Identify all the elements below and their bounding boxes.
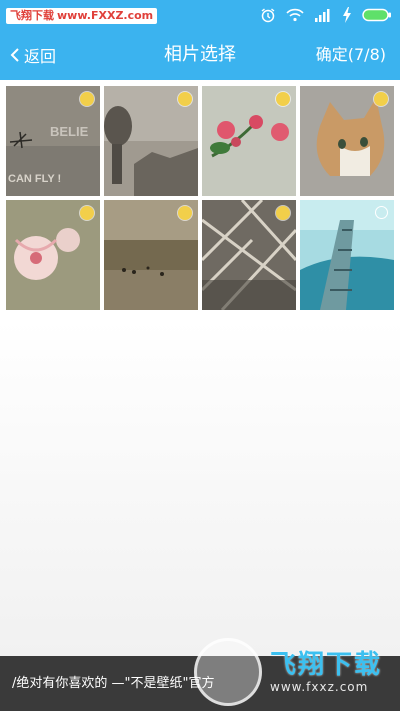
selection-indicator[interactable] xyxy=(178,206,192,220)
back-button[interactable]: 返回 xyxy=(10,30,56,80)
selection-indicator[interactable] xyxy=(375,206,388,219)
empty-area xyxy=(0,320,400,656)
watermark-brand: 飞翔下载 xyxy=(270,650,383,680)
photo-item[interactable] xyxy=(300,86,394,196)
wifi-icon xyxy=(286,8,304,22)
photo-item[interactable] xyxy=(104,86,198,196)
status-bar: 飞翔下载 www.FXXZ.com xyxy=(0,0,400,30)
watermark-url: www.fxxz.com xyxy=(270,680,369,694)
source-badge-cn: 飞翔下载 xyxy=(10,9,54,22)
signal-icon xyxy=(315,9,330,22)
photo-caption: CAN FLY ! xyxy=(8,173,61,185)
charging-icon xyxy=(343,7,351,23)
selection-indicator[interactable] xyxy=(276,206,290,220)
photo-item[interactable] xyxy=(202,200,296,310)
photo-item[interactable] xyxy=(6,200,100,310)
photo-item[interactable]: BELIE CAN FLY ! xyxy=(6,86,100,196)
bottom-banner-text: /绝对有你喜欢的 —"不是壁纸"官方 xyxy=(12,676,215,691)
source-badge: 飞翔下载 www.FXXZ.com xyxy=(6,8,158,24)
photo-item[interactable] xyxy=(202,86,296,196)
selection-indicator[interactable] xyxy=(80,92,94,106)
photo-item[interactable] xyxy=(104,200,198,310)
watermark: 飞翔下载 www.fxxz.com xyxy=(190,636,395,706)
status-icons xyxy=(260,6,392,24)
back-label: 返回 xyxy=(24,47,57,66)
photo-item[interactable] xyxy=(300,200,394,310)
battery-icon xyxy=(362,8,391,22)
selection-indicator[interactable] xyxy=(178,92,192,106)
selection-indicator[interactable] xyxy=(374,92,388,106)
chevron-left-icon xyxy=(10,48,19,62)
photo-grid: BELIE CAN FLY ! xyxy=(6,86,398,310)
nav-bar: 返回 相片选择 确定(7/8) xyxy=(0,30,400,80)
alarm-icon xyxy=(261,8,275,23)
selection-indicator[interactable] xyxy=(80,206,94,220)
photo-caption: BELIE xyxy=(50,124,89,139)
selection-indicator[interactable] xyxy=(276,92,290,106)
source-badge-url: www.FXXZ.com xyxy=(57,9,154,22)
watermark-logo-icon xyxy=(194,638,262,706)
confirm-button[interactable]: 确定(7/8) xyxy=(316,30,386,80)
